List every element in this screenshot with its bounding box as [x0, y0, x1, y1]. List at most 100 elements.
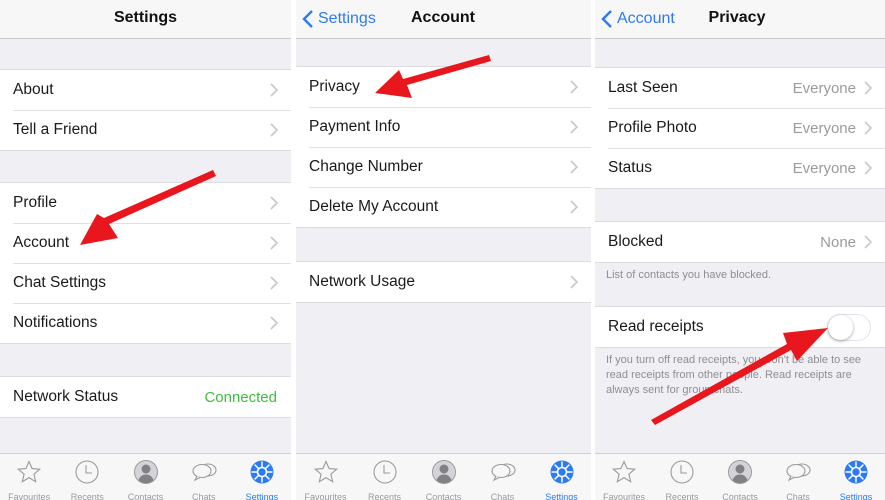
tab-label: Recents — [70, 492, 104, 500]
account-item-payment-info[interactable]: Payment Info — [296, 107, 591, 147]
read-receipts-row: Read receipts — [595, 307, 885, 347]
row-value: Everyone — [792, 119, 856, 137]
row-label: Account — [13, 234, 70, 251]
chat-bubbles-icon — [191, 459, 217, 490]
back-button[interactable]: Settings — [302, 0, 376, 38]
chat-bubbles-icon — [490, 459, 516, 490]
toggle-knob — [828, 314, 853, 340]
tab-settings[interactable]: Settings — [532, 454, 591, 500]
tab-chats[interactable]: Chats — [473, 454, 532, 500]
settings-item-tell-a-friend[interactable]: Tell a Friend — [0, 110, 291, 150]
back-label: Account — [617, 10, 675, 27]
star-icon — [16, 459, 42, 490]
row-label: Status — [608, 159, 652, 176]
account-group-2: Network Usage — [296, 261, 591, 303]
tab-label: Contacts — [722, 492, 758, 500]
row-value: Everyone — [792, 159, 856, 177]
tab-favourites[interactable]: Favourites — [296, 454, 355, 500]
chevron-right-icon — [864, 235, 872, 249]
page-title: Settings — [113, 9, 178, 26]
tab-label: Recents — [367, 492, 402, 500]
tab-favourites[interactable]: Favourites — [0, 454, 58, 500]
row-label: Notifications — [13, 314, 98, 331]
tab-label: Contacts — [127, 492, 164, 500]
settings-item-profile[interactable]: Profile — [0, 183, 291, 223]
row-label: About — [13, 81, 54, 98]
row-label: Network Status — [13, 388, 119, 405]
chevron-right-icon — [570, 200, 578, 214]
privacy-item-profile-photo[interactable]: Profile Photo Everyone — [595, 108, 885, 148]
row-label: Chat Settings — [13, 274, 107, 291]
contact-icon — [431, 459, 457, 490]
tab-settings[interactable]: Settings — [233, 454, 291, 500]
tab-chats[interactable]: Chats — [175, 454, 233, 500]
chevron-right-icon — [270, 236, 278, 250]
back-label: Settings — [318, 10, 376, 27]
tab-label: Favourites — [304, 492, 347, 500]
account-item-change-number[interactable]: Change Number — [296, 147, 591, 187]
tab-recents[interactable]: Recents — [58, 454, 116, 500]
read-receipts-toggle[interactable] — [827, 313, 871, 341]
gear-icon — [549, 459, 575, 490]
contact-icon — [133, 459, 159, 490]
account-item-delete-my-account[interactable]: Delete My Account — [296, 187, 591, 227]
tab-label: Chats — [191, 492, 216, 500]
account-screen: Settings Account Privacy Payment Info Ch… — [296, 0, 591, 500]
settings-item-account[interactable]: Account — [0, 223, 291, 263]
row-label: Last Seen — [608, 79, 678, 96]
clock-icon — [372, 459, 398, 490]
account-item-privacy[interactable]: Privacy — [296, 67, 591, 107]
tab-label: Contacts — [425, 492, 462, 500]
gear-icon — [843, 459, 869, 490]
row-value: Everyone — [792, 79, 856, 97]
tab-bar: Favourites Recents Contacts Chats Settings — [0, 453, 291, 500]
chevron-right-icon — [570, 120, 578, 134]
privacy-item-status[interactable]: Status Everyone — [595, 148, 885, 188]
settings-item-notifications[interactable]: Notifications — [0, 303, 291, 343]
chevron-right-icon — [270, 196, 278, 210]
tab-bar: Favourites Recents Contacts Chats Settings — [296, 453, 591, 500]
chevron-left-icon — [302, 10, 313, 28]
account-item-network-usage[interactable]: Network Usage — [296, 262, 591, 302]
privacy-item-blocked[interactable]: Blocked None — [595, 222, 885, 262]
privacy-item-last-seen[interactable]: Last Seen Everyone — [595, 68, 885, 108]
network-status-group: Network Status Connected — [0, 376, 291, 418]
contact-icon — [727, 459, 753, 490]
chevron-right-icon — [570, 80, 578, 94]
tab-recents[interactable]: Recents — [653, 454, 711, 500]
tab-label: Chats — [490, 492, 515, 500]
tab-contacts[interactable]: Contacts — [711, 454, 769, 500]
tab-chats[interactable]: Chats — [769, 454, 827, 500]
blocked-footnote: List of contacts you have blocked. — [606, 269, 772, 281]
tab-settings[interactable]: Settings — [827, 454, 885, 500]
tab-label: Favourites — [8, 492, 51, 500]
settings-item-about[interactable]: About — [0, 70, 291, 110]
settings-group-2: Profile Account Chat Settings Notificati… — [0, 182, 291, 344]
row-label: Blocked — [608, 233, 664, 250]
privacy-group-1: Last Seen Everyone Profile Photo Everyon… — [595, 67, 885, 189]
chat-bubbles-icon — [785, 459, 811, 490]
row-label: Delete My Account — [309, 198, 439, 215]
chevron-right-icon — [864, 161, 872, 175]
chevron-right-icon — [270, 316, 278, 330]
row-label: Profile — [13, 194, 57, 211]
chevron-right-icon — [864, 121, 872, 135]
chevron-right-icon — [570, 275, 578, 289]
row-label: Profile Photo — [608, 119, 697, 136]
back-button[interactable]: Account — [601, 0, 675, 38]
nav-bar: Account Privacy — [595, 0, 885, 39]
tab-contacts[interactable]: Contacts — [414, 454, 473, 500]
row-label: Read receipts — [608, 318, 704, 335]
network-status-value: Connected — [204, 388, 277, 406]
tab-bar: Favourites Recents Contacts Chats Settings — [595, 453, 885, 500]
tab-contacts[interactable]: Contacts — [116, 454, 174, 500]
chevron-right-icon — [570, 160, 578, 174]
tab-favourites[interactable]: Favourites — [595, 454, 653, 500]
chevron-left-icon — [601, 10, 612, 28]
row-value: None — [820, 233, 856, 251]
settings-item-chat-settings[interactable]: Chat Settings — [0, 263, 291, 303]
privacy-screen: Account Privacy Last Seen Everyone Profi… — [595, 0, 885, 500]
blocked-group: Blocked None — [595, 221, 885, 263]
star-icon — [611, 459, 637, 490]
tab-recents[interactable]: Recents — [355, 454, 414, 500]
